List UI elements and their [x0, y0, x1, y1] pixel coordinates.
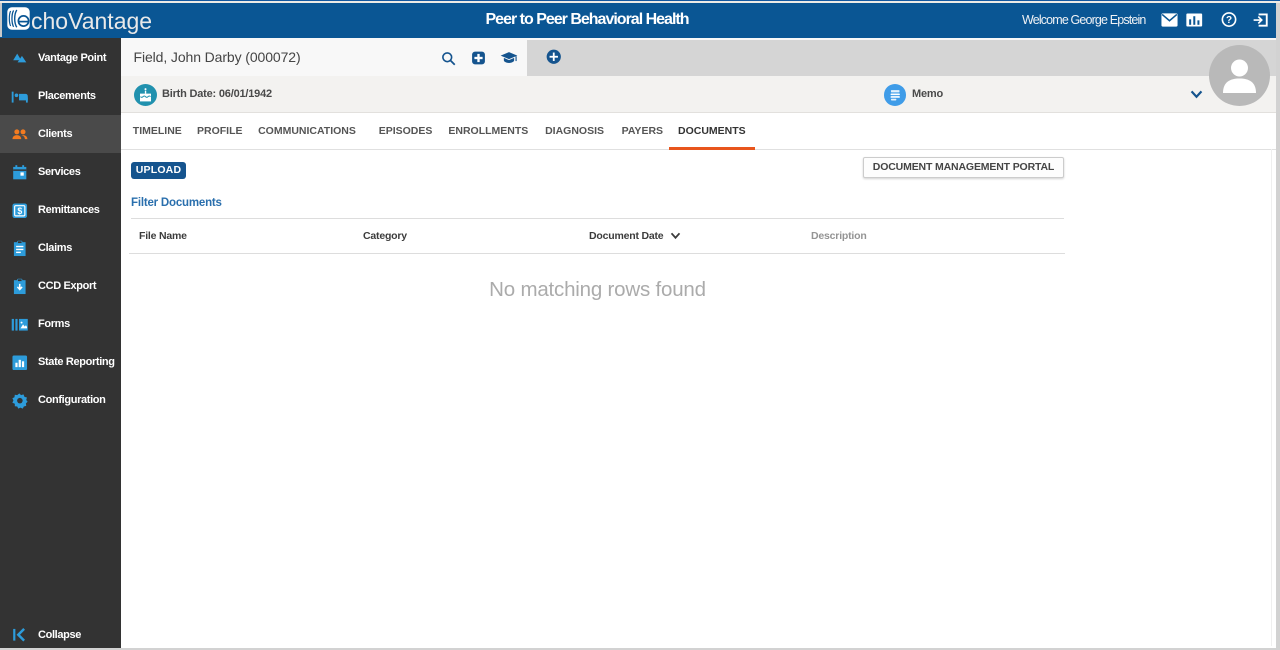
svg-text:?: ? [1226, 15, 1232, 26]
svg-text:$: $ [17, 206, 22, 216]
